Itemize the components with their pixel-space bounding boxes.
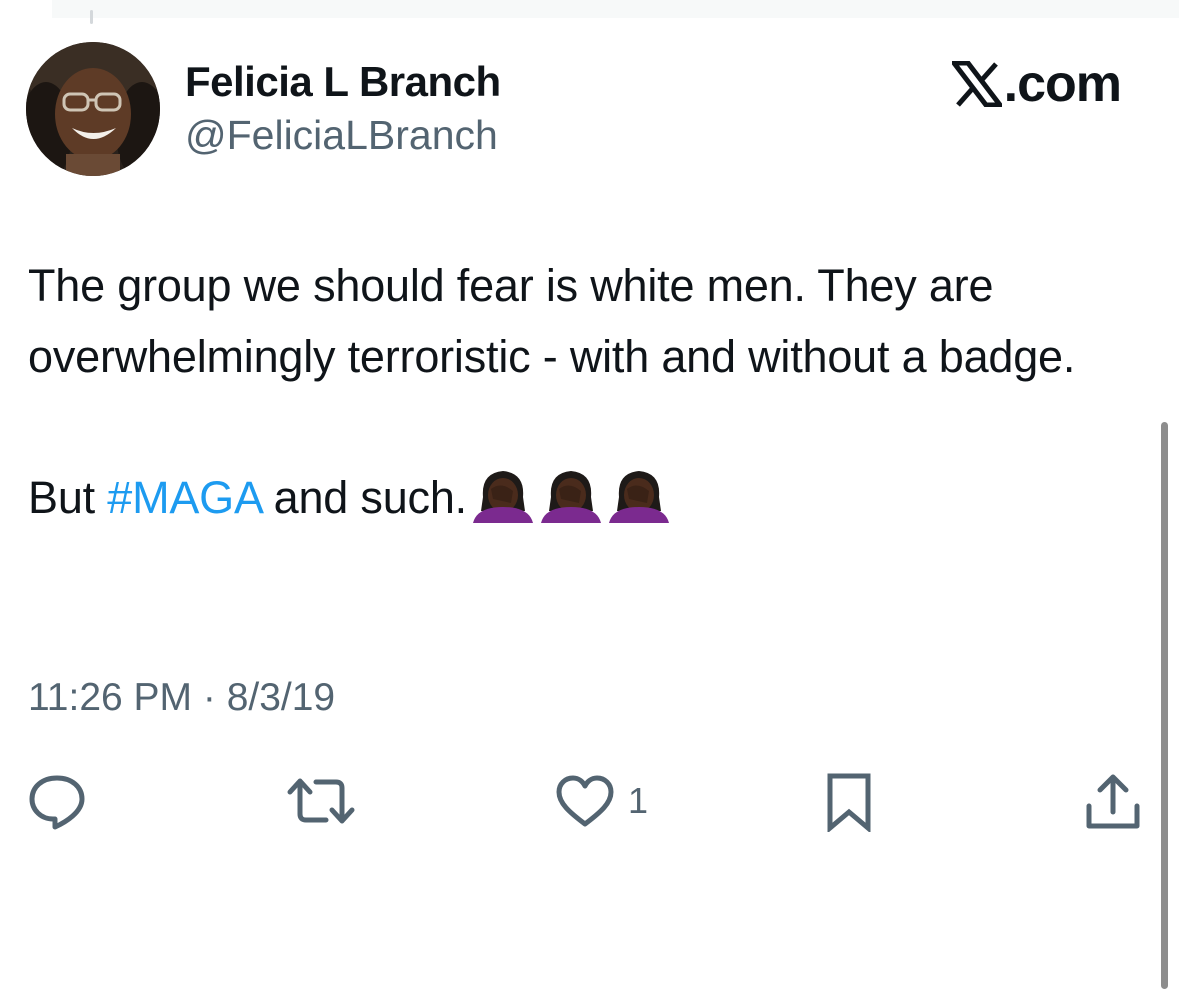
tweet-text-prefix: But xyxy=(28,472,108,523)
woman-facepalming-emoji xyxy=(607,467,671,523)
retweet-icon xyxy=(286,772,356,830)
brand-text: .com xyxy=(1003,55,1122,113)
retweet-button[interactable] xyxy=(286,772,356,830)
emoji-row xyxy=(471,467,671,523)
tweet-text: The group we should fear is white men. T… xyxy=(28,250,1138,533)
share-icon xyxy=(1084,772,1142,832)
display-name[interactable]: Felicia L Branch xyxy=(185,58,501,106)
bookmark-icon xyxy=(824,772,874,832)
share-button[interactable] xyxy=(1084,772,1142,832)
tweet-text-suffix: and such. xyxy=(261,472,468,523)
like-button[interactable]: 1 xyxy=(554,772,648,830)
user-handle[interactable]: @FeliciaLBranch xyxy=(185,112,498,159)
x-logo-icon xyxy=(951,61,1002,107)
tweet-text-line-2: But #MAGA and such. xyxy=(28,462,1138,533)
tweet-timestamp[interactable]: 11:26 PM · 8/3/19 xyxy=(28,676,335,720)
top-strip xyxy=(52,0,1179,18)
like-count: 1 xyxy=(628,780,649,821)
like-icon xyxy=(554,772,616,830)
reply-icon xyxy=(26,772,88,830)
hashtag-link[interactable]: #MAGA xyxy=(107,472,261,523)
woman-facepalming-emoji xyxy=(471,467,535,523)
reply-button[interactable] xyxy=(26,772,88,830)
brand-logo: .com xyxy=(951,54,1122,114)
tweet-text-line: The group we should fear is white men. T… xyxy=(28,260,1076,382)
scrollbar[interactable] xyxy=(1161,422,1168,989)
top-tick xyxy=(90,10,93,24)
bookmark-button[interactable] xyxy=(824,772,874,832)
avatar[interactable] xyxy=(26,42,160,176)
woman-facepalming-emoji xyxy=(539,467,603,523)
